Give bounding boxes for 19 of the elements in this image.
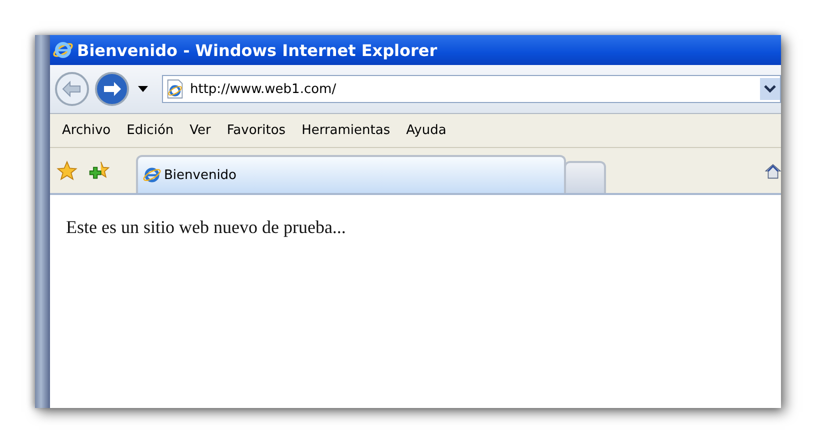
dropdown-icon[interactable]: [760, 78, 780, 100]
menu-item[interactable]: Edición: [118, 123, 182, 138]
address-bar[interactable]: http://www.web1.com/: [162, 75, 781, 103]
window-title: Bienvenido - Windows Internet Explorer: [77, 40, 438, 60]
ie-logo-icon: [142, 165, 162, 185]
back-button[interactable]: [54, 71, 90, 107]
dropdown-icon[interactable]: [138, 86, 148, 92]
forward-button[interactable]: [94, 71, 130, 107]
ie-logo-icon: [52, 39, 74, 61]
tab[interactable]: Bienvenido: [136, 155, 566, 193]
menu-item[interactable]: Ayuda: [398, 123, 454, 138]
menu-item[interactable]: Ver: [182, 123, 219, 138]
page-text: Este es un sitio web nuevo de prueba...: [66, 217, 347, 238]
page-icon: [166, 79, 184, 99]
menu-item[interactable]: Herramientas: [294, 123, 398, 138]
star-icon[interactable]: [56, 160, 78, 182]
menu-item[interactable]: Archivo: [54, 123, 119, 138]
menu-item[interactable]: Favoritos: [218, 123, 294, 138]
add-favorite-icon[interactable]: [88, 160, 110, 182]
